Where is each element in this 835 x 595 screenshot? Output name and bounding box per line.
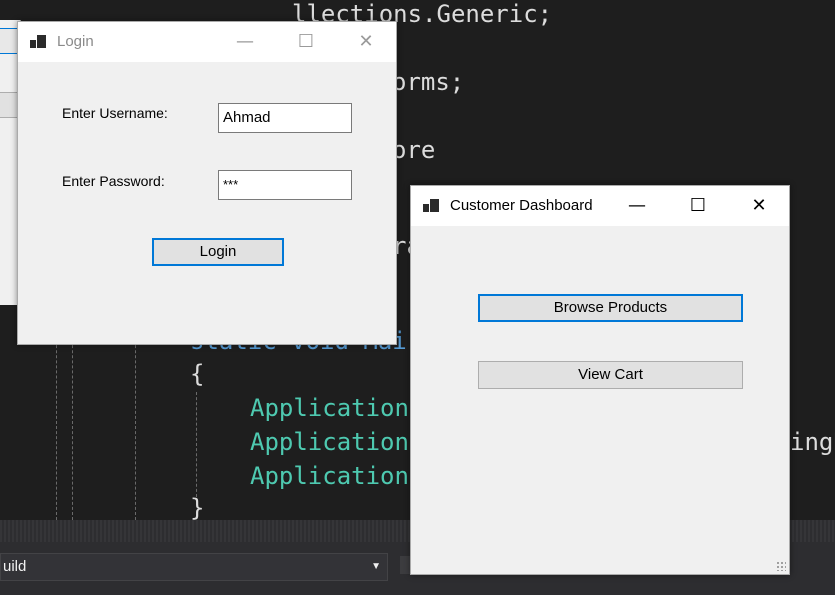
minimize-button[interactable]: — xyxy=(222,22,268,62)
code-line: Application xyxy=(250,462,409,490)
close-button[interactable]: ✕ xyxy=(343,22,389,62)
resize-grip[interactable] xyxy=(776,561,786,571)
maximize-button[interactable]: ☐ xyxy=(283,22,329,62)
close-button[interactable]: ✕ xyxy=(736,186,782,226)
minimize-button[interactable]: — xyxy=(614,186,660,226)
indent-guide xyxy=(72,330,73,520)
indent-guide xyxy=(196,392,197,497)
code-line: } xyxy=(190,494,205,522)
dashboard-titlebar[interactable]: Customer Dashboard — ☐ ✕ xyxy=(411,186,789,226)
username-label: Enter Username: xyxy=(62,105,168,121)
build-config-dropdown[interactable]: uild ▼ xyxy=(0,553,388,581)
login-window[interactable]: Login — ☐ ✕ Enter Username: Ahmad Enter … xyxy=(17,21,397,345)
browse-products-button[interactable]: Browse Products xyxy=(478,294,743,322)
password-label: Enter Password: xyxy=(62,173,165,189)
code-line: { xyxy=(190,360,205,388)
code-line: Application xyxy=(250,394,409,422)
code-line: orms; xyxy=(392,68,465,96)
app-icon xyxy=(30,35,46,49)
window-title: Customer Dashboard xyxy=(450,197,593,214)
login-button[interactable]: Login xyxy=(152,238,284,266)
code-line: ingD xyxy=(790,428,835,456)
chevron-down-icon: ▼ xyxy=(371,561,381,572)
customer-dashboard-window[interactable]: Customer Dashboard — ☐ ✕ Browse Products… xyxy=(410,185,790,575)
login-titlebar[interactable]: Login — ☐ ✕ xyxy=(18,22,396,62)
indent-guide xyxy=(56,330,57,520)
view-cart-button[interactable]: View Cart xyxy=(478,361,743,389)
password-input[interactable]: *** xyxy=(218,170,352,200)
build-config-label: uild xyxy=(3,558,27,575)
maximize-button[interactable]: ☐ xyxy=(675,186,721,226)
code-line: Application xyxy=(250,428,409,456)
code-line: ore xyxy=(392,136,436,164)
app-icon xyxy=(423,199,439,213)
indent-guide xyxy=(135,330,136,520)
username-input[interactable]: Ahmad xyxy=(218,103,352,133)
window-title: Login xyxy=(57,33,94,50)
